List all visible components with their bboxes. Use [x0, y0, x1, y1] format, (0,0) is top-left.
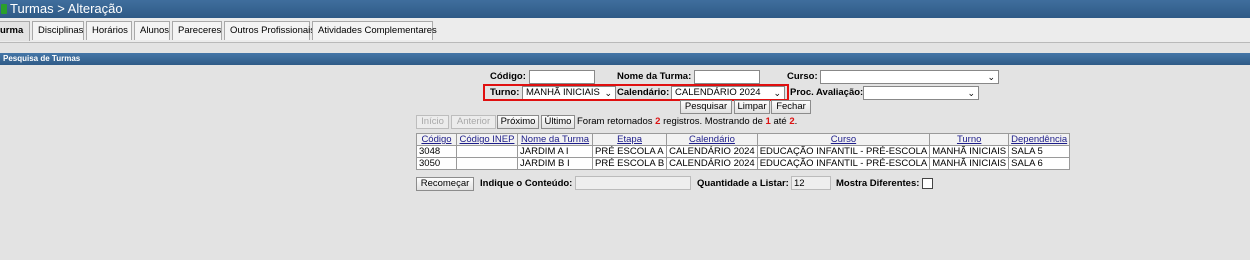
mostra-diferentes-label: Mostra Diferentes:	[836, 178, 920, 189]
tab-turma[interactable]: urma	[0, 21, 30, 41]
ultimo-button[interactable]: Último	[541, 115, 575, 129]
header-codigo[interactable]: Código	[416, 133, 457, 146]
tab-horarios[interactable]: Horários	[86, 21, 132, 40]
chevron-down-icon: ⌄	[604, 88, 612, 98]
pager-msg-3: até	[773, 116, 787, 127]
recomecar-button[interactable]: Recomeçar	[416, 177, 474, 191]
table-row[interactable]: 3048 JARDIM A I PRÉ ESCOLA A CALENDÁRIO …	[416, 145, 1071, 158]
cell-codigo: 3048	[416, 145, 457, 158]
tab-outros-profissionais[interactable]: Outros Profissionais	[224, 21, 315, 40]
table-header-row: Código Código INEP Nome da Turma Etapa C…	[416, 133, 1071, 146]
results-table: Código Código INEP Nome da Turma Etapa C…	[416, 133, 1071, 170]
pager-count: 2	[655, 116, 661, 127]
cell-nome-turma: JARDIM B I	[517, 157, 593, 170]
calendario-select[interactable]: CALENDÁRIO 2024 ⌄	[671, 86, 785, 100]
mostra-diferentes-checkbox[interactable]	[922, 178, 933, 189]
quantidade-listar-label: Quantidade a Listar:	[697, 178, 789, 189]
fechar-button[interactable]: Fechar	[771, 100, 811, 114]
app-icon	[1, 4, 7, 14]
header-calendario[interactable]: Calendário	[666, 133, 758, 146]
indique-conteudo-input[interactable]	[575, 176, 691, 190]
tab-disciplinas[interactable]: Disciplinas	[32, 21, 84, 40]
window-titlebar: Turmas > Alteração	[0, 0, 1250, 18]
cell-codigo-inep	[456, 157, 518, 170]
pager-msg-2: registros. Mostrando de	[663, 116, 763, 127]
calendario-label: Calendário:	[617, 87, 670, 98]
header-codigo-inep[interactable]: Código INEP	[456, 133, 518, 146]
cell-etapa: PRÉ ESCOLA A	[591, 145, 668, 158]
pager-from: 1	[765, 116, 771, 127]
chevron-down-icon: ⌄	[967, 88, 975, 98]
section-title: Pesquisa de Turmas	[3, 54, 81, 63]
calendario-select-value: CALENDÁRIO 2024	[675, 87, 761, 98]
chevron-down-icon: ⌄	[987, 72, 995, 82]
tab-bar: urma Disciplinas Horários Alunos Parecer…	[0, 18, 1250, 43]
proximo-button[interactable]: Próximo	[497, 115, 539, 129]
header-turno[interactable]: Turno	[929, 133, 1010, 146]
chevron-down-icon: ⌄	[773, 88, 781, 98]
cell-calendario: CALENDÁRIO 2024	[666, 157, 758, 170]
pager-info: Foram retornados 2 registros. Mostrando …	[577, 116, 797, 128]
curso-select[interactable]: ⌄	[820, 70, 999, 84]
cell-turno: MANHÃ INICIAIS	[929, 145, 1010, 158]
cell-dependencia: SALA 5	[1008, 145, 1071, 158]
header-dependencia[interactable]: Dependência	[1008, 133, 1071, 146]
header-curso[interactable]: Curso	[756, 133, 931, 146]
pager-msg-end: .	[794, 116, 798, 127]
nome-turma-input[interactable]	[694, 70, 760, 84]
nome-turma-label: Nome da Turma:	[617, 71, 692, 82]
window-title: Turmas > Alteração	[10, 1, 123, 16]
proc-avaliacao-label: Proc. Avaliação:	[790, 87, 864, 98]
cell-turno: MANHÃ INICIAIS	[929, 157, 1010, 170]
tab-alunos[interactable]: Alunos	[134, 21, 170, 40]
cell-curso: EDUCAÇÃO INFANTIL - PRÉ-ESCOLA	[756, 157, 931, 170]
tab-pareceres[interactable]: Pareceres	[172, 21, 222, 40]
curso-label: Curso:	[787, 71, 818, 82]
cell-nome-turma: JARDIM A I	[517, 145, 593, 158]
pesquisar-button[interactable]: Pesquisar	[680, 100, 732, 114]
limpar-button[interactable]: Limpar	[734, 100, 770, 114]
table-row[interactable]: 3050 JARDIM B I PRÉ ESCOLA B CALENDÁRIO …	[416, 157, 1071, 170]
header-nome-turma[interactable]: Nome da Turma	[517, 133, 593, 146]
tab-atividades-complementares[interactable]: Atividades Complementares	[312, 21, 437, 40]
section-header: Pesquisa de Turmas	[0, 53, 1250, 65]
cell-calendario: CALENDÁRIO 2024	[666, 145, 758, 158]
codigo-input[interactable]	[529, 70, 595, 84]
cell-curso: EDUCAÇÃO INFANTIL - PRÉ-ESCOLA	[756, 145, 931, 158]
inicio-button[interactable]: Início	[416, 115, 449, 129]
cell-dependencia: SALA 6	[1008, 157, 1071, 170]
turno-label: Turno:	[490, 87, 520, 98]
indique-conteudo-label: Indique o Conteúdo:	[480, 178, 573, 189]
quantidade-listar-input[interactable]	[791, 176, 831, 190]
anterior-button[interactable]: Anterior	[451, 115, 496, 129]
cell-codigo-inep	[456, 145, 518, 158]
codigo-label: Código:	[490, 71, 526, 82]
turno-select-value: MANHÃ INICIAIS	[526, 87, 600, 98]
turno-select[interactable]: MANHÃ INICIAIS ⌄	[522, 86, 616, 100]
pager-msg-1: Foram retornados	[577, 116, 653, 127]
proc-avaliacao-select[interactable]: ⌄	[863, 86, 979, 100]
header-etapa[interactable]: Etapa	[591, 133, 668, 146]
cell-etapa: PRÉ ESCOLA B	[591, 157, 668, 170]
cell-codigo: 3050	[416, 157, 457, 170]
